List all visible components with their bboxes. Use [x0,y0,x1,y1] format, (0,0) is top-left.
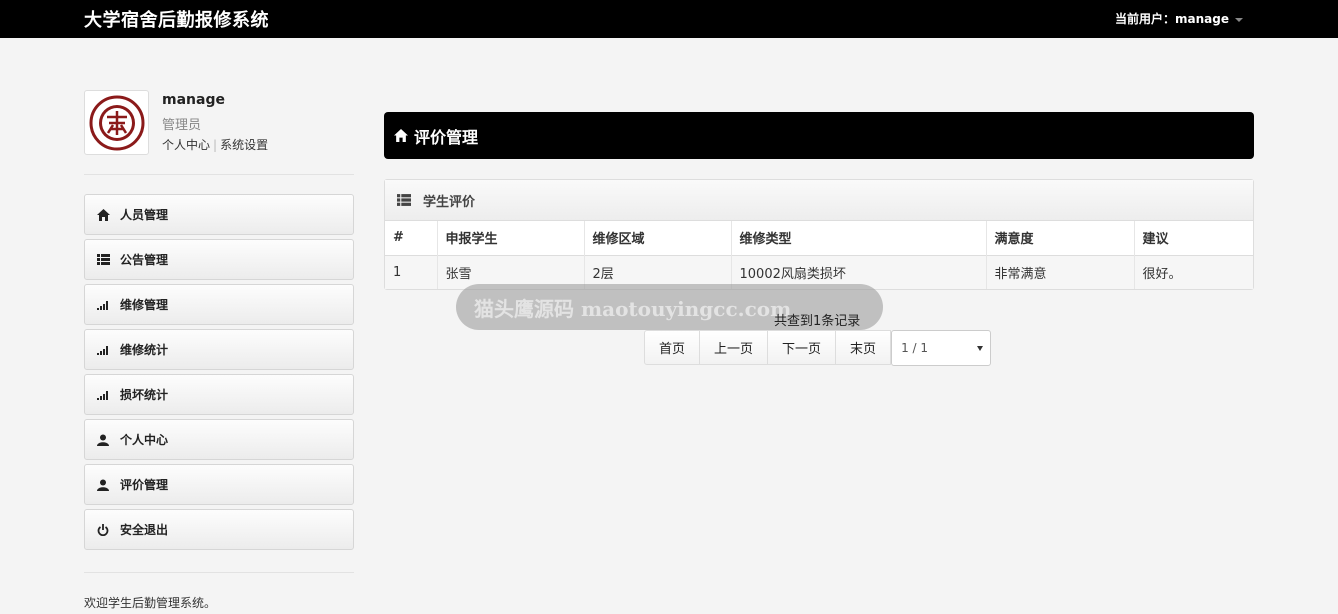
evaluation-panel: 学生评价 # 申报学生 维修区域 维修类型 满意度 建议 1 张雪 2层 100… [384,179,1254,290]
pagination: 首页 上一页 下一页 末页 1 / 1 [644,330,992,366]
link-separator: | [213,138,218,152]
cell-satisfaction: 非常满意 [986,255,1135,289]
sidebar-item-label: 维修统计 [120,343,169,357]
caret-down-icon [1235,17,1243,22]
page-header: 评价管理 [384,112,1254,159]
page-select[interactable]: 1 / 1 [891,330,992,366]
sidebar-item-label: 公告管理 [120,253,169,267]
list-icon [397,193,411,207]
panel-title: 学生评价 [423,194,476,210]
sidebar-item-label: 维修管理 [120,298,169,312]
welcome-text: 欢迎学生后勤管理系统。 [84,596,217,610]
current-user-dropdown[interactable]: 当前用户：manage [1115,10,1243,27]
home-icon [394,129,408,143]
column-header-suggestion: 建议 [1142,232,1169,248]
column-header-satisfaction: 满意度 [986,221,1135,255]
sidebar-item-label: 个人中心 [120,433,169,447]
signal-icon [96,343,110,357]
personal-center-link[interactable]: 个人中心 [162,138,210,152]
sidebar-item-evaluation-management[interactable]: 评价管理 [84,464,354,505]
prev-page-button[interactable]: 上一页 [699,330,769,365]
sidebar-item-label: 安全退出 [120,523,169,537]
sidebar-item-logout[interactable]: 安全退出 [84,509,354,550]
profile-name: manage [162,92,225,108]
column-header-index: # [385,221,438,255]
system-settings-link[interactable]: 系统设置 [220,138,268,152]
sidebar-item-label: 评价管理 [120,478,169,492]
column-header-type: 维修类型 [731,221,987,255]
sidebar-item-damage-statistics[interactable]: 损坏统计 [84,374,354,415]
divider [84,174,354,175]
app-title[interactable]: 大学宿舍后勤报修系统 [84,6,269,32]
cell-suggestion: 很好。 [1142,266,1182,282]
avatar [84,90,149,155]
evaluation-table: # 申报学生 维修区域 维修类型 满意度 建议 1 张雪 2层 10002风扇类… [385,221,1253,289]
home-icon [96,208,110,222]
panel-header: 学生评价 [385,180,1253,221]
column-header-student: 申报学生 [437,221,585,255]
sidebar-item-personal-center[interactable]: 个人中心 [84,419,354,460]
sidebar-item-label: 损坏统计 [120,388,169,402]
last-page-button[interactable]: 末页 [835,330,892,365]
sidebar-item-personnel[interactable]: 人员管理 [84,194,354,235]
sidebar-item-announcements[interactable]: 公告管理 [84,239,354,280]
next-page-button[interactable]: 下一页 [767,330,837,365]
power-icon [96,523,110,537]
first-page-button[interactable]: 首页 [644,330,701,365]
table-header-row: # 申报学生 维修区域 维修类型 满意度 建议 [385,221,1253,255]
list-icon [96,253,110,267]
page-select-value: 1 / 1 [901,341,929,355]
record-count: 共查到1条记录 [774,314,861,329]
dropdown-arrow-icon [977,346,984,351]
profile-role: 管理员 [162,118,202,133]
sidebar-item-repair-statistics[interactable]: 维修统计 [84,329,354,370]
top-navbar: 大学宿舍后勤报修系统 当前用户：manage [0,0,1338,38]
column-header-area: 维修区域 [584,221,732,255]
user-icon [96,478,110,492]
sidebar-nav: 人员管理 公告管理 维修管理 维修统计 损坏统计 个人中心 评价管理 安全退出 [84,194,354,554]
profile-links: 个人中心 | 系统设置 [162,136,268,153]
signal-icon [96,388,110,402]
university-logo-icon [89,95,145,151]
divider [84,572,354,573]
user-icon [96,433,110,447]
cell-index: 1 [385,255,438,289]
signal-icon [96,298,110,312]
sidebar-item-repair-management[interactable]: 维修管理 [84,284,354,325]
page-title: 评价管理 [414,127,479,147]
sidebar-item-label: 人员管理 [120,208,169,222]
current-user-label: 当前用户：manage [1115,12,1229,26]
user-profile: manage 管理员 个人中心 | 系统设置 [84,90,354,160]
